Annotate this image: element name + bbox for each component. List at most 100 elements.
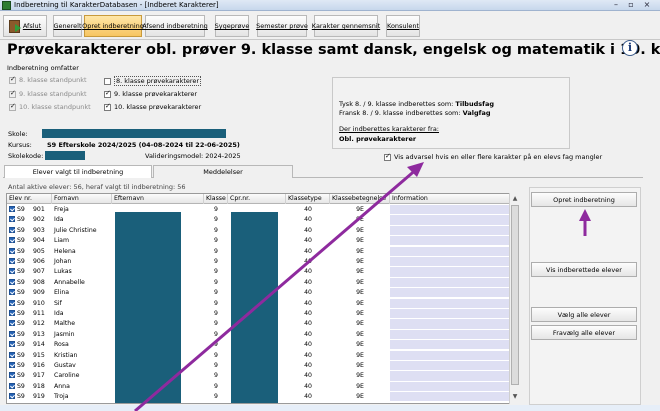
checkbox-box (384, 152, 391, 161)
first-name: Malthe (54, 320, 76, 328)
column-header[interactable]: Efternavn (112, 194, 204, 204)
row-checkbox-icon[interactable] (9, 278, 15, 285)
row-checkbox-icon[interactable] (9, 247, 15, 254)
scroll-down-icon[interactable]: ▼ (511, 392, 519, 401)
deselect-all-students-button[interactable]: Fravælg alle elever (531, 325, 637, 340)
exit-button[interactable]: Afslut (3, 15, 47, 37)
class-label: 9E (356, 299, 364, 307)
tab-messages[interactable]: Meddelelser (153, 165, 293, 178)
row-checkbox-icon[interactable] (9, 268, 15, 275)
row-select-cell[interactable]: S9 (7, 247, 31, 256)
row-select-cell[interactable]: S9 (7, 330, 31, 339)
row-select-cell[interactable]: S9 (7, 278, 31, 287)
information-cell (390, 257, 513, 267)
class-type: 40 (304, 278, 312, 286)
row-select-cell[interactable]: S9 (7, 205, 31, 214)
class: 9 (214, 268, 218, 276)
information-cell (390, 267, 513, 277)
row-checkbox-icon[interactable] (9, 330, 15, 337)
consultant-button[interactable]: Konsulent (386, 15, 420, 37)
minimize-button[interactable]: – (610, 1, 622, 10)
row-checkbox-icon[interactable] (9, 362, 15, 368)
row-select-cell[interactable]: S9 (7, 267, 31, 276)
row-checkbox-icon[interactable] (9, 216, 15, 223)
scroll-up-icon[interactable]: ▲ (511, 194, 519, 203)
row-checkbox-icon[interactable] (9, 226, 15, 233)
student-prefix: S9 (17, 216, 25, 224)
class: 9 (214, 362, 218, 369)
course-label: Kursus: (8, 141, 32, 149)
row-checkbox-icon[interactable] (9, 310, 15, 316)
row-select-cell[interactable]: S9 (7, 351, 31, 360)
class-label: 9E (356, 216, 364, 224)
student-prefix: S9 (17, 247, 25, 255)
row-checkbox-icon[interactable] (9, 341, 15, 348)
tab-selected-students[interactable]: Elever valgt til indberetning (4, 165, 152, 178)
class-type: 40 (304, 330, 312, 338)
row-select-cell[interactable]: S9 (7, 236, 31, 245)
information-cell (390, 361, 513, 371)
column-header[interactable]: Klassetype (286, 194, 330, 204)
info-icon[interactable]: i (622, 40, 638, 56)
grade-average-button[interactable]: Karakter gennemsnit (312, 15, 380, 37)
student-prefix: S9 (17, 268, 25, 276)
row-checkbox-icon[interactable] (9, 351, 15, 358)
student-number: 917 (33, 372, 45, 380)
class-label: 9E (356, 237, 364, 245)
row-select-cell[interactable]: S9 (7, 371, 31, 380)
row-checkbox-icon[interactable] (9, 299, 15, 306)
row-checkbox-icon[interactable] (9, 320, 15, 327)
select-all-students-button[interactable]: Vælg alle elever (531, 307, 637, 322)
table-header: Elev nr. Fornavn Efternavn Klasse Cpr.nr… (7, 194, 513, 204)
column-header[interactable]: Elev nr. (7, 194, 52, 204)
column-header[interactable]: Klasse (204, 194, 228, 204)
semester-exam-button[interactable]: Semester prøve (256, 15, 308, 37)
close-button[interactable]: × (641, 1, 653, 10)
row-select-cell[interactable]: S9 (7, 226, 31, 235)
row-select-cell[interactable]: S9 (7, 299, 31, 308)
sick-exam-button[interactable]: Sygeprøve (215, 15, 249, 37)
general-button[interactable]: Generelt (53, 15, 82, 37)
row-select-cell[interactable]: S9 (7, 361, 31, 370)
row-select-cell[interactable]: S9 (7, 392, 31, 401)
student-prefix: S9 (17, 351, 25, 359)
title-bar: Indberetning til KarakterDatabasen - [In… (0, 0, 660, 11)
scroll-thumb[interactable] (511, 205, 519, 385)
checkbox-8-provekarakterer[interactable]: 8. klasse prøvekarakterer (104, 76, 202, 86)
show-reported-students-button[interactable]: Vis indberettede elever (531, 262, 637, 277)
row-checkbox-icon[interactable] (9, 206, 15, 212)
row-checkbox-icon[interactable] (9, 237, 15, 244)
row-select-cell[interactable]: S9 (7, 382, 31, 391)
row-select-cell[interactable]: S9 (7, 309, 31, 318)
row-select-cell[interactable]: S9 (7, 288, 31, 297)
row-checkbox-icon[interactable] (9, 372, 15, 379)
student-number: 910 (33, 299, 45, 307)
send-report-button[interactable]: Afsend indberetning (142, 15, 208, 37)
class: 9 (214, 247, 218, 255)
class: 9 (214, 330, 218, 338)
row-checkbox-icon[interactable] (9, 393, 15, 400)
row-checkbox-icon[interactable] (9, 382, 15, 389)
checkbox-9-provekarakterer[interactable]: 9. klasse prøvekarakterer (104, 89, 197, 98)
column-header[interactable]: Information (390, 194, 513, 204)
column-header[interactable]: Cpr.nr. (228, 194, 286, 204)
row-select-cell[interactable]: S9 (7, 215, 31, 224)
restore-button[interactable]: ▫ (625, 1, 637, 10)
class-label: 9E (356, 268, 364, 276)
row-select-cell[interactable]: S9 (7, 319, 31, 328)
row-checkbox-icon[interactable] (9, 258, 15, 264)
table-scrollbar[interactable]: ▲ ▼ (509, 193, 520, 404)
row-checkbox-icon[interactable] (9, 289, 15, 296)
information-cell (390, 277, 513, 288)
column-header[interactable]: Klassebetegnelse (330, 194, 390, 204)
student-prefix: S9 (17, 341, 25, 349)
row-select-cell[interactable]: S9 (7, 340, 31, 349)
missing-grade-warning-checkbox[interactable]: Vis advarsel hvis en eller flere karakte… (384, 152, 602, 161)
checkbox-10-provekarakterer[interactable]: 10. klasse prøvekarakterer (104, 102, 201, 111)
create-report-button[interactable]: Opret indberetning (82, 15, 144, 37)
column-header[interactable]: Fornavn (52, 194, 112, 204)
class: 9 (214, 299, 218, 307)
row-select-cell[interactable]: S9 (7, 257, 31, 266)
create-report-side-button[interactable]: Opret indberetning (531, 192, 637, 207)
information-cell (390, 298, 513, 308)
